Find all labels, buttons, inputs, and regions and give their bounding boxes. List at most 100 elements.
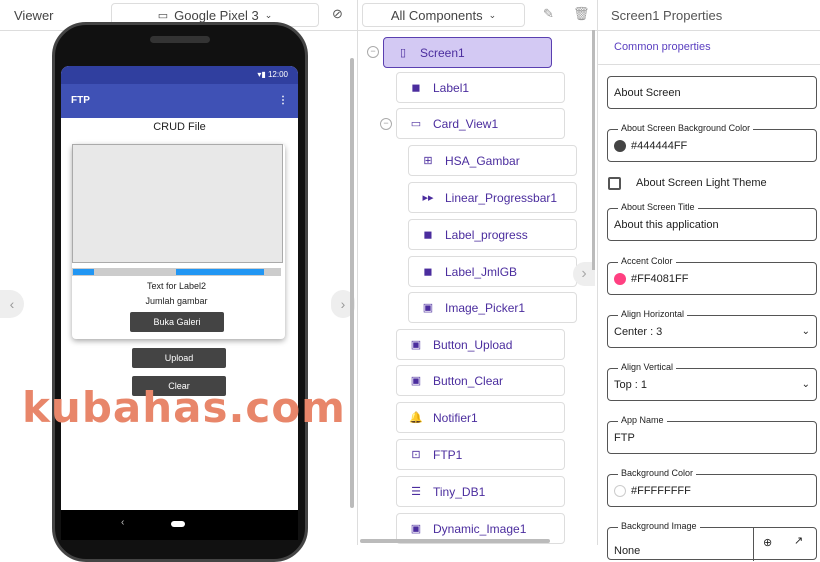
tree-node-label: HSA_Gambar	[445, 153, 520, 168]
overflow-menu-icon[interactable]: ⋮	[278, 95, 288, 107]
tree-node-label: Button_Upload	[433, 337, 513, 352]
about-screen-textarea[interactable]: About Screen	[607, 76, 817, 109]
tree-node[interactable]: ◼ Label_JmlGB	[408, 256, 577, 287]
clock: 12:00	[267, 70, 288, 79]
tree-h-scrollbar[interactable]	[360, 539, 550, 543]
device-icon: ▭	[157, 9, 169, 22]
tree-node[interactable]: ◼ Label_progress	[408, 219, 577, 250]
bg-color-field[interactable]: Background Color #FFFFFFFF	[607, 468, 817, 507]
align-vertical-select[interactable]: Align Vertical Top : 1 ⌄	[607, 362, 817, 401]
progress-icon: ▸▸	[422, 192, 434, 204]
watermark: kubahas.com	[22, 383, 346, 432]
tree-node[interactable]: ▣ Button_Clear	[396, 365, 565, 396]
tree-node-label: Card_View1	[433, 116, 499, 131]
color-swatch	[614, 139, 626, 152]
tree-node-label: Label1	[433, 80, 470, 95]
field-value: #FFFFFFFF	[631, 484, 691, 497]
tree-node-label: Label_progress	[445, 227, 528, 242]
props-title: Screen1 Properties	[611, 8, 723, 23]
image-scroll-area	[72, 144, 283, 263]
field-label: Background Image	[618, 521, 700, 531]
back-icon[interactable]: ‹	[121, 517, 124, 528]
field-label: About Screen Background Color	[618, 123, 754, 133]
tree-node[interactable]: ▯ Screen1	[383, 37, 552, 68]
tree-node[interactable]: ⊞ HSA_Gambar	[408, 145, 577, 176]
viewer-scrollbar[interactable]	[350, 58, 354, 508]
field-value: Top : 1	[614, 378, 648, 391]
bg-image-field[interactable]: Background Image None ⊕ ↗	[607, 521, 817, 561]
filter-label: All Components	[390, 7, 483, 23]
tree-node-label: Linear_Progressbar1	[445, 190, 558, 205]
chevron-down-icon: ⌄	[801, 379, 810, 390]
upload-icon[interactable]: ⊕	[763, 536, 772, 549]
field-value: FTP	[614, 431, 635, 444]
accent-color-field[interactable]: Accent Color #FF4081FF	[607, 256, 817, 295]
tree-node-label: Label_JmlGB	[445, 264, 518, 279]
app-bar: FTP ⋮	[61, 84, 298, 118]
tree-scrollbar[interactable]	[592, 30, 595, 270]
tree-node[interactable]: ☰ Tiny_DB1	[396, 476, 565, 507]
nav-bar: ‹	[61, 510, 298, 540]
label-icon: ◼	[423, 229, 433, 241]
collapse-icon[interactable]: −	[380, 118, 392, 130]
hide-eye-icon[interactable]: ⊘	[332, 6, 343, 22]
device-label: Google Pixel 3	[174, 7, 259, 23]
viewer-title: Viewer	[14, 8, 54, 23]
bell-icon: 🔔	[409, 412, 423, 424]
tree-node[interactable]: ▭ Card_View1	[396, 108, 565, 139]
tree-node-label: FTP1	[433, 447, 463, 462]
delete-trash-icon[interactable]: 🗑	[573, 6, 590, 22]
tree-node[interactable]: ⊡ FTP1	[396, 439, 565, 470]
tree-node-label: Tiny_DB1	[433, 484, 486, 499]
upload-button[interactable]: Upload	[132, 348, 226, 368]
open-external-icon[interactable]: ↗	[794, 534, 803, 547]
common-properties-tab[interactable]: Common properties	[614, 41, 711, 53]
gallery-button[interactable]: Buka Galeri	[130, 312, 224, 332]
field-label: About Screen Title	[618, 202, 698, 212]
database-icon: ☰	[411, 486, 421, 498]
components-filter[interactable]: All Components ⌄	[362, 3, 525, 27]
tree-node[interactable]: ▣ Button_Upload	[396, 329, 565, 360]
scroll-left-button[interactable]: ‹	[0, 290, 24, 318]
field-value: #FF4081FF	[631, 272, 689, 285]
home-icon[interactable]	[171, 521, 185, 527]
tree-node[interactable]: ◼ Label1	[396, 72, 565, 103]
button-icon: ▣	[410, 375, 422, 387]
field-value: #444444FF	[631, 139, 688, 152]
about-title-field[interactable]: About Screen Title About this application	[607, 202, 817, 241]
label-progress: Text for Label2	[146, 281, 207, 291]
app-name-field[interactable]: App Name FTP	[607, 415, 817, 454]
field-label: Background Color	[618, 468, 697, 478]
card-icon: ▭	[410, 118, 422, 130]
field-label: App Name	[618, 415, 667, 425]
field-value: None	[614, 544, 641, 557]
tree-node[interactable]: ▣ Image_Picker1	[408, 292, 577, 323]
about-screen-value: About Screen	[614, 86, 681, 99]
about-bg-color-field[interactable]: About Screen Background Color #444444FF	[607, 123, 817, 162]
align-horizontal-select[interactable]: Align Horizontal Center : 3 ⌄	[607, 309, 817, 348]
field-value: About this application	[614, 218, 719, 231]
tree-node[interactable]: 🔔 Notifier1	[396, 402, 565, 433]
chevron-down-icon: ⌄	[801, 326, 810, 337]
wifi-battery-icon: ▾▮	[257, 70, 268, 79]
light-theme-checkbox[interactable]	[608, 177, 621, 190]
chevron-down-icon: ⌄	[264, 9, 273, 20]
label-icon: ◼	[423, 266, 433, 278]
ftp-icon: ⊡	[411, 449, 421, 461]
tree-node[interactable]: ▸▸ Linear_Progressbar1	[408, 182, 577, 213]
tree-node-label: Notifier1	[433, 410, 478, 425]
image-icon: ▣	[410, 523, 422, 535]
speaker	[150, 36, 210, 43]
tree-header: All Components ⌄ ✎ 🗑	[358, 0, 597, 31]
collapse-icon[interactable]: −	[367, 46, 379, 58]
field-label: Accent Color	[618, 256, 676, 266]
props-header: Screen1 Properties	[598, 0, 820, 31]
edit-pencil-icon[interactable]: ✎	[543, 6, 554, 22]
color-swatch	[614, 272, 626, 285]
light-theme-label: About Screen Light Theme	[636, 177, 767, 189]
label-count: Jumlah gambar	[145, 296, 208, 306]
button-icon: ▣	[410, 339, 422, 351]
tree-node-label: Image_Picker1	[445, 300, 526, 315]
divider	[598, 64, 820, 65]
heading-label: CRUD File	[153, 121, 206, 133]
